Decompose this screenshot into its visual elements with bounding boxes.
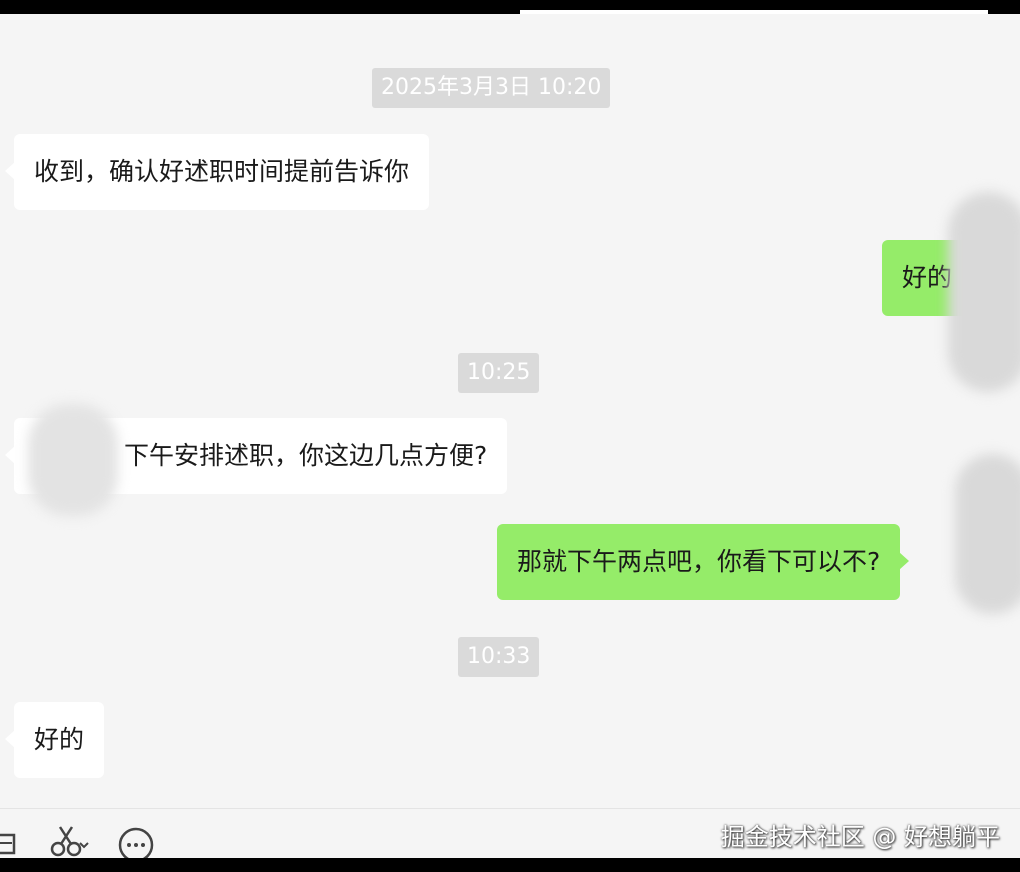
folder-icon[interactable] — [0, 825, 20, 862]
message-bubble-incoming[interactable]: 收到，确认好述职时间提前告诉你 — [4, 134, 430, 210]
timestamp-chip: 10:25 — [458, 353, 540, 393]
blurred-avatar — [955, 454, 1020, 614]
blurred-avatar — [948, 192, 1020, 392]
message-bubble-incoming[interactable]: 好的 — [4, 702, 105, 778]
blurred-avatar — [28, 404, 118, 516]
message-bubble-outgoing[interactable]: 那就下午两点吧，你看下可以不? — [497, 524, 910, 600]
chat-message-area[interactable]: 2025年3月3日 10:20 收到，确认好述职时间提前告诉你 好的 10:25… — [0, 14, 1020, 808]
timestamp-chip: 10:33 — [458, 637, 540, 677]
bottom-frame-bar — [0, 858, 1020, 872]
watermark-text: 掘金技术社区 @ 好想躺平 — [720, 823, 1000, 851]
timestamp-chip: 2025年3月3日 10:20 — [372, 68, 611, 108]
